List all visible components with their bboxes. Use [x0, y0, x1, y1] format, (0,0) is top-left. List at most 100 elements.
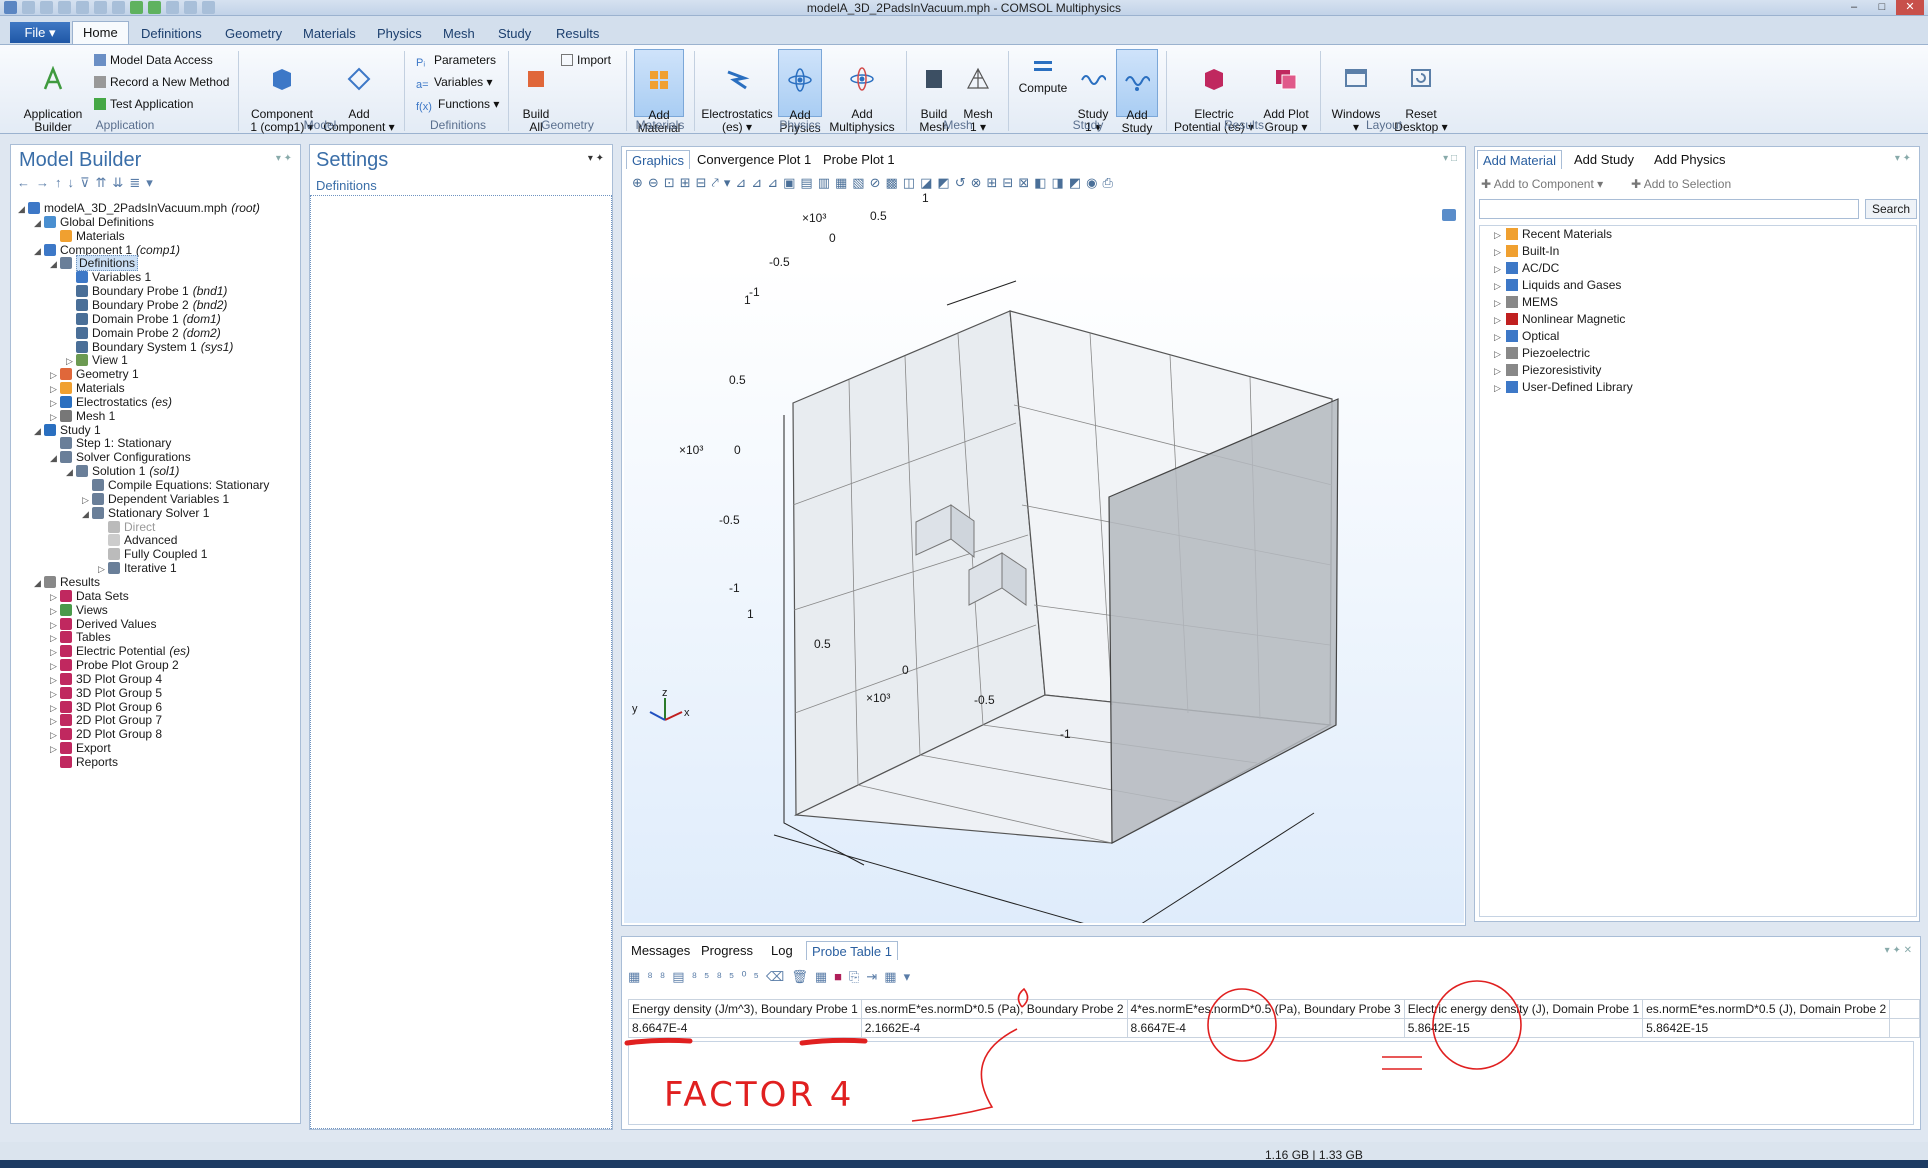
select-domains-icon[interactable]: ▤ — [800, 175, 817, 190]
expand-toggle-icon[interactable]: ▷ — [1494, 244, 1506, 261]
expand-toggle-icon[interactable]: ◢ — [82, 506, 92, 522]
expand-toggle-icon[interactable]: ▷ — [1494, 329, 1506, 346]
graphics-options-icon[interactable] — [1442, 209, 1456, 221]
compute-button[interactable]: Compute — [1016, 53, 1070, 95]
test-application-button[interactable]: Test Application — [94, 97, 193, 111]
move-down-icon[interactable]: ↓ — [68, 175, 81, 190]
layout2-icon[interactable]: ◨ — [1052, 175, 1069, 190]
add-physics-button[interactable]: Add Physics — [778, 49, 822, 135]
tab-home[interactable]: Home — [72, 21, 129, 44]
tab-convergence-plot[interactable]: Convergence Plot 1 — [692, 150, 816, 169]
hide-icon[interactable]: ⊘ — [870, 175, 886, 190]
print-icon[interactable]: ⎙ — [1102, 175, 1117, 190]
search-button[interactable]: Search — [1865, 199, 1917, 219]
expand-toggle-icon[interactable]: ◢ — [34, 243, 44, 259]
tab-add-study[interactable]: Add Study — [1569, 150, 1639, 169]
tab-probe-plot[interactable]: Probe Plot 1 — [818, 150, 900, 169]
expand-toggle-icon[interactable]: ▷ — [1494, 295, 1506, 312]
add-multiphysics-button[interactable]: Add Multiphysics — [826, 53, 898, 134]
electrostatics-button[interactable]: Electrostatics (es) ▾ — [700, 53, 774, 134]
add-material-button[interactable]: Add Material — [634, 49, 684, 135]
settings-menu-icon[interactable]: ▾ ✦ — [588, 153, 604, 164]
material-search-input[interactable] — [1479, 199, 1859, 219]
view-yz-icon[interactable]: ⊿ — [751, 175, 767, 190]
expand-icon[interactable]: ⇈ — [96, 175, 113, 190]
zoom-extents-icon[interactable]: ⊟ — [696, 175, 712, 190]
tab-definitions[interactable]: Definitions — [141, 24, 202, 44]
select-boundaries-icon[interactable]: ▥ — [818, 175, 835, 190]
tab-physics[interactable]: Physics — [377, 24, 422, 44]
render-icon[interactable]: ▩ — [886, 175, 903, 190]
select-edges-icon[interactable]: ▦ — [835, 175, 852, 190]
parameters-button[interactable]: Pᵢ Parameters — [416, 53, 496, 69]
tab-progress[interactable]: Progress — [696, 941, 758, 960]
view-axis-icon[interactable]: ⤤▾ — [712, 175, 736, 190]
zoom-selected-icon[interactable]: ⊞ — [680, 175, 696, 190]
camera-icon[interactable]: ◉ — [1086, 175, 1102, 190]
add-to-component-button[interactable]: ✚ Add to Component ▾ — [1481, 177, 1603, 191]
expand-toggle-icon[interactable]: ◢ — [34, 215, 44, 231]
legend-icon[interactable]: ⊠ — [1018, 175, 1034, 190]
tab-results[interactable]: Results — [556, 24, 599, 44]
panel-menu-icon[interactable]: ▾ ✦ — [276, 153, 292, 164]
bottom-menu-icon[interactable]: ▾ ✦ ✕ — [1885, 945, 1912, 956]
library-item[interactable]: ▷ Built-In — [1494, 243, 1559, 260]
library-item[interactable]: ▷ Piezoelectric — [1494, 345, 1590, 362]
library-item[interactable]: ▷ Optical — [1494, 328, 1559, 345]
forward-icon[interactable]: → — [36, 175, 55, 190]
expand-toggle-icon[interactable]: ◢ — [18, 201, 28, 217]
reset-view-icon[interactable]: ↺ — [955, 175, 971, 190]
graphics-canvas[interactable]: ×10³ 1 0.5 0 -0.5 -1 1 0.5 ×10³ 0 -0.5 -… — [624, 191, 1464, 936]
wireframe-icon[interactable]: ◪ — [920, 175, 937, 190]
variables-button[interactable]: a= Variables ▾ — [416, 75, 493, 91]
expand-toggle-icon[interactable]: ◢ — [50, 450, 60, 466]
record-method-button[interactable]: Record a New Method — [94, 75, 229, 89]
import-button[interactable]: Import — [561, 53, 611, 67]
library-item[interactable]: ▷ Nonlinear Magnetic — [1494, 311, 1625, 328]
layout-icon[interactable]: ◧ — [1034, 175, 1051, 190]
tab-materials[interactable]: Materials — [303, 24, 356, 44]
model-data-access-button[interactable]: Model Data Access — [94, 53, 213, 67]
zoom-box-icon[interactable]: ⊡ — [664, 175, 680, 190]
show-grid-icon[interactable]: ⊞ — [987, 175, 1003, 190]
select-boxes-icon[interactable]: ▣ — [783, 175, 800, 190]
expand-toggle-icon[interactable]: ▷ — [1494, 380, 1506, 397]
tab-graphics[interactable]: Graphics — [626, 150, 691, 169]
tab-messages[interactable]: Messages — [626, 941, 695, 960]
scene-light-icon[interactable]: ◩ — [937, 175, 954, 190]
expand-toggle-icon[interactable]: ▷ — [1494, 261, 1506, 278]
expand-toggle-icon[interactable]: ▷ — [1494, 346, 1506, 363]
hide-selection-icon[interactable]: ⊗ — [971, 175, 987, 190]
view-zx-icon[interactable]: ⊿ — [767, 175, 783, 190]
show-icon[interactable]: ⊽ — [80, 175, 96, 190]
tab-probe-table[interactable]: Probe Table 1 — [806, 941, 898, 960]
tree-item[interactable]: ▷ Iterative 1 — [98, 560, 177, 576]
expand-toggle-icon[interactable]: ◢ — [66, 464, 76, 480]
tab-study[interactable]: Study — [498, 24, 531, 44]
minimize-button[interactable]: – — [1840, 0, 1868, 15]
graphics-menu-icon[interactable]: ▾ □ — [1443, 153, 1457, 164]
view-xy-icon[interactable]: ⊿ — [735, 175, 751, 190]
add-material-menu-icon[interactable]: ▾ ✦ — [1895, 153, 1911, 164]
expand-toggle-icon[interactable]: ▷ — [1494, 312, 1506, 329]
library-item[interactable]: ▷ MEMS — [1494, 294, 1558, 311]
tab-mesh[interactable]: Mesh — [443, 24, 475, 44]
library-item[interactable]: ▷ User-Defined Library — [1494, 379, 1633, 396]
collapse-icon[interactable]: ⇊ — [112, 175, 129, 190]
move-up-icon[interactable]: ↑ — [55, 175, 68, 190]
transparency-icon[interactable]: ◫ — [903, 175, 920, 190]
expand-toggle-icon[interactable]: ◢ — [34, 423, 44, 439]
library-item[interactable]: ▷ Recent Materials — [1494, 226, 1612, 243]
library-item[interactable]: ▷ AC/DC — [1494, 260, 1559, 277]
file-menu-button[interactable]: File ▾ — [10, 22, 70, 43]
expand-toggle-icon[interactable]: ▷ — [1494, 278, 1506, 295]
layout3-icon[interactable]: ◩ — [1069, 175, 1086, 190]
expand-toggle-icon[interactable]: ▷ — [1494, 363, 1506, 380]
list-icon[interactable]: ≣▾ — [129, 175, 158, 190]
maximize-button[interactable]: □ — [1868, 0, 1896, 15]
library-item[interactable]: ▷ Liquids and Gases — [1494, 277, 1621, 294]
expand-toggle-icon[interactable]: ◢ — [50, 256, 60, 272]
select-points-icon[interactable]: ▧ — [852, 175, 869, 190]
add-to-selection-button[interactable]: ✚ Add to Selection — [1631, 177, 1731, 191]
functions-button[interactable]: f(x) Functions ▾ — [416, 97, 499, 113]
